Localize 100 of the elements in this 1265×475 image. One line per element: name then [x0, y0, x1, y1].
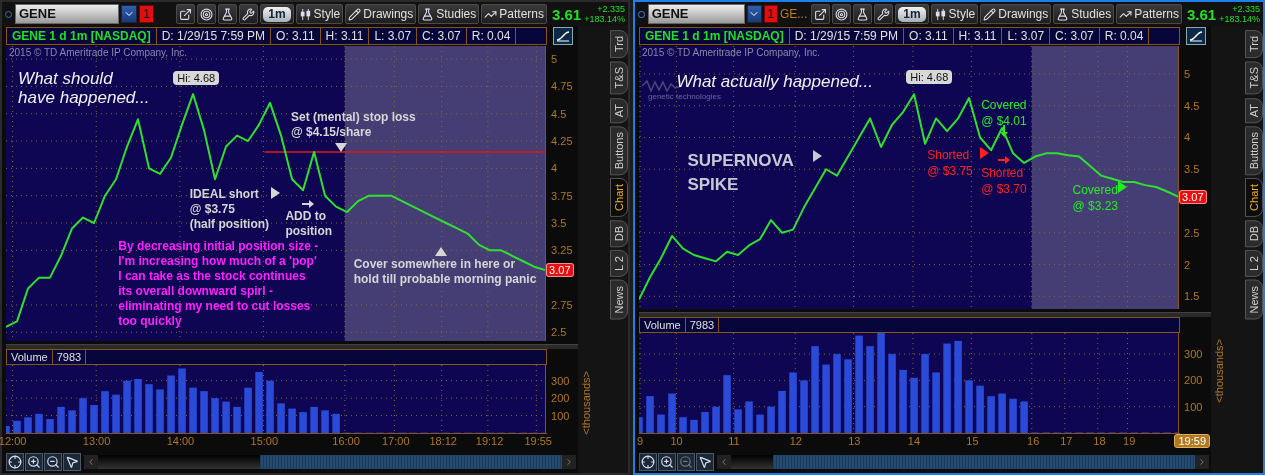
pointer-button[interactable] [696, 453, 714, 471]
logo-text: genetic technologies [648, 92, 721, 101]
volume-bar [723, 375, 731, 433]
volume-value: 7983 [52, 350, 87, 364]
chart-note: Cover somewhere in here or hold till probable morning panic [353, 256, 537, 287]
drawings-button[interactable]: Drawings [980, 4, 1052, 24]
volume-bar [123, 380, 131, 433]
volume-label: Volume [7, 350, 53, 364]
time-tick-label: 17:00 [381, 435, 410, 447]
volume-bar [233, 406, 241, 433]
share-button[interactable] [811, 4, 831, 24]
side-tab[interactable]: L 2 [1245, 250, 1263, 278]
ohlc-field: O: 3.11 [904, 28, 954, 44]
symbol-field[interactable]: GENE [15, 4, 119, 24]
volume-tick-label: 100 [551, 409, 570, 422]
price-tick-label: 4.25 [551, 135, 573, 148]
style-button[interactable]: Style [930, 4, 979, 24]
studies-button[interactable]: Studies [1053, 4, 1115, 24]
trade-label: Covered @ $3.23 [1072, 181, 1119, 214]
volume-bar [145, 384, 153, 433]
side-tab[interactable]: Trd [1245, 30, 1263, 59]
price-tick-label: 4.5 [551, 107, 567, 120]
studies-button[interactable]: Studies [418, 4, 480, 24]
share-button[interactable] [176, 4, 196, 24]
volume-bar [156, 389, 164, 433]
target-button[interactable] [197, 4, 217, 24]
trade-label: Covered @ $4.01 [981, 96, 1027, 129]
style-button[interactable]: Style [295, 4, 344, 24]
target-icon [835, 7, 849, 21]
volume-bar [965, 380, 973, 433]
side-tab[interactable]: Buttons [1245, 125, 1263, 176]
time-tick-label: 12:00 [0, 435, 27, 447]
price-tick-label: 5 [1184, 67, 1191, 80]
price-tick-label: 3.75 [551, 189, 573, 202]
volume-bar [734, 409, 742, 433]
side-tab[interactable]: AT [1245, 97, 1263, 123]
drawings-button[interactable]: Drawings [345, 4, 417, 24]
zoom-in-button[interactable] [25, 453, 43, 471]
timeframe-button[interactable]: 1m [895, 4, 929, 24]
pointer-button[interactable] [63, 453, 81, 471]
volume-bar [189, 387, 197, 433]
axis-unit-label: <thousands> [580, 371, 592, 435]
zoom-in-button[interactable] [658, 453, 676, 471]
link-badge[interactable]: 1 [763, 5, 778, 23]
patterns-button[interactable]: Patterns [1116, 4, 1182, 24]
side-tab[interactable]: T&S [1245, 61, 1263, 95]
side-tab[interactable]: News [610, 280, 628, 320]
volume-bar [288, 408, 296, 433]
zoom-out-button[interactable] [44, 453, 62, 471]
dropdown-button[interactable] [746, 5, 762, 23]
volume-bar [1020, 401, 1028, 433]
price-tick-label: 2.5 [551, 326, 567, 339]
link-badge[interactable]: 1 [139, 5, 154, 23]
volume-bar [321, 410, 329, 433]
pencil-icon [348, 7, 362, 21]
target-button[interactable] [832, 4, 852, 24]
volume-bar [668, 393, 676, 433]
symbol-field[interactable]: GENE [647, 4, 745, 24]
side-tab[interactable]: DB [1245, 219, 1263, 248]
chart-caption: What should have happened... [18, 68, 150, 107]
side-tab[interactable]: Chart [610, 178, 628, 217]
time-tick-label: 9 [637, 435, 644, 447]
time-tick-label: 19:55 [524, 435, 552, 447]
flask-button[interactable] [218, 4, 238, 24]
volume-bar [211, 398, 219, 433]
price-tick-label: 1.5 [1184, 290, 1200, 303]
price-tick-label: 2.75 [551, 298, 573, 311]
volume-bar [134, 378, 142, 433]
side-tab[interactable]: DB [610, 219, 628, 248]
side-tab[interactable]: News [1245, 280, 1263, 320]
wrench-button[interactable] [239, 4, 259, 24]
side-tab[interactable]: AT [610, 97, 628, 123]
time-tick-label: 16 [1027, 435, 1040, 447]
volume-bar [24, 417, 32, 433]
time-tick-label: 14:00 [166, 435, 195, 447]
timeframe-button[interactable]: 1m [260, 4, 294, 24]
chart-note: Set (mental) stop loss @ $4.15/share [290, 110, 416, 141]
wrench-button[interactable] [874, 4, 894, 24]
volume-bar [778, 390, 786, 433]
crosshair-button[interactable] [6, 453, 24, 471]
volume-bar [68, 410, 76, 433]
side-tab[interactable]: Trd [610, 30, 628, 59]
time-tick-label: 17 [1060, 435, 1073, 447]
side-tab[interactable]: Buttons [610, 125, 628, 176]
volume-tick-label: 300 [1184, 348, 1203, 361]
side-tab[interactable]: T&S [610, 61, 628, 95]
pointer-icon [698, 455, 712, 469]
flask-button[interactable] [853, 4, 873, 24]
side-tab[interactable]: Chart [1245, 178, 1263, 217]
curve-button[interactable] [553, 27, 573, 45]
price-tick-label: 4.5 [1184, 99, 1200, 112]
volume-bar [200, 391, 208, 433]
curve-button[interactable] [1186, 27, 1206, 45]
patterns-button[interactable]: Patterns [481, 4, 547, 24]
volume-tick-label: 100 [1184, 400, 1203, 413]
volume-bar [690, 419, 698, 433]
crosshair-button[interactable] [639, 453, 657, 471]
side-tab[interactable]: L 2 [610, 250, 628, 278]
flask-icon [221, 7, 235, 21]
dropdown-button[interactable] [121, 5, 137, 23]
